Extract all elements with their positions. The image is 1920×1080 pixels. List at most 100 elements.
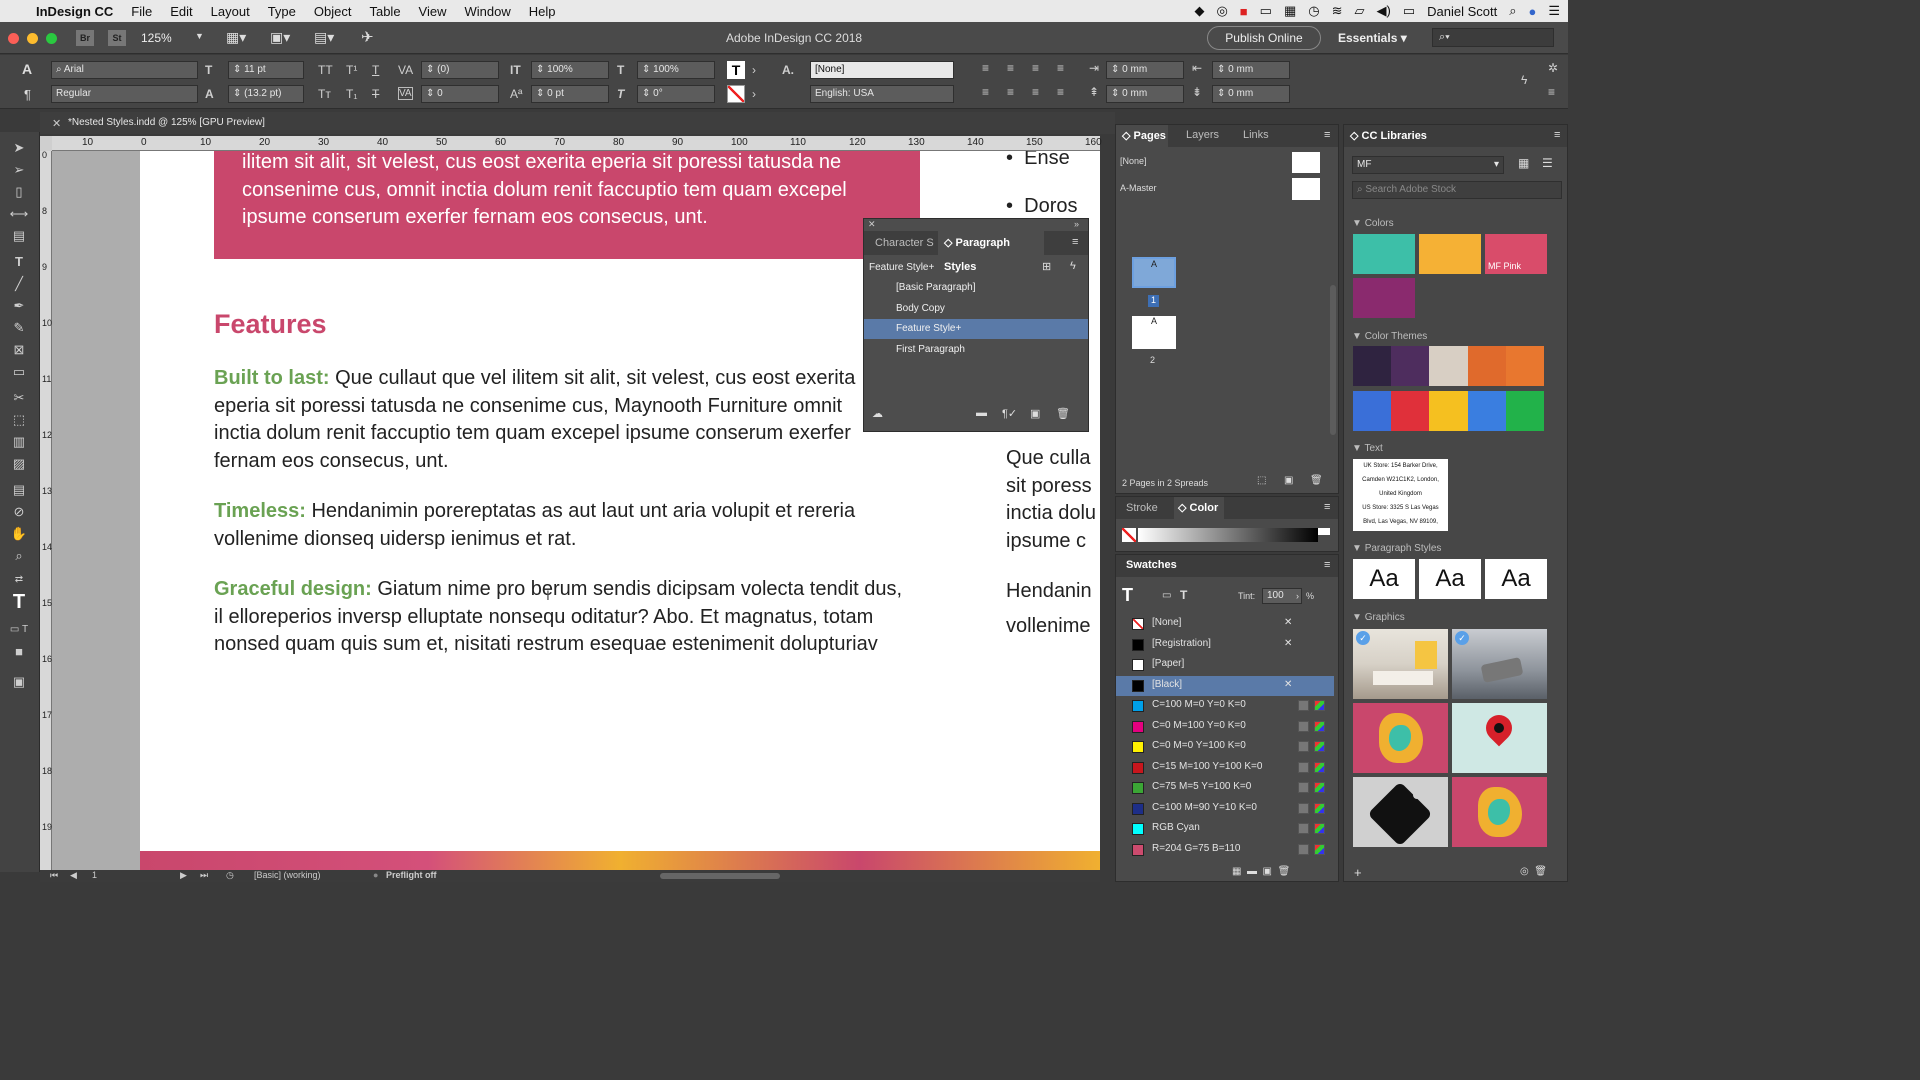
skew-field[interactable]: ⇕ 0° (637, 85, 715, 103)
paragraph-mode-icon[interactable]: ¶ (24, 87, 31, 102)
minimize-window-icon[interactable] (27, 33, 38, 44)
swatch-row[interactable]: C=100 M=90 Y=10 K=0 (1116, 799, 1334, 819)
swatch-row[interactable]: [None] ✕ (1116, 614, 1334, 634)
zoom-dropdown-icon[interactable]: ▼ (195, 31, 204, 41)
graphic-living-room-photo[interactable]: ✓ (1452, 629, 1547, 699)
new-style-icon[interactable]: ▣ (1030, 407, 1040, 420)
publish-icon[interactable]: ✈ (361, 28, 374, 46)
control-menu-icon[interactable]: ≡ (1548, 85, 1555, 99)
color-theme-1[interactable] (1353, 346, 1545, 386)
edit-page-size-icon[interactable]: ⬚ (1257, 475, 1266, 486)
expand-arrow-icon[interactable]: › (752, 63, 756, 77)
paragraph-built-to-last[interactable]: Built to last: Que cullaut que vel ilite… (214, 365, 874, 475)
subscript-icon[interactable]: T₁ (346, 87, 357, 101)
type-tool-icon[interactable]: T (9, 254, 29, 270)
wifi-icon[interactable]: ≋ (1332, 3, 1343, 19)
adobe-icon[interactable]: ■ (1240, 4, 1248, 19)
vertical-scale-field[interactable]: ⇕ 100% (531, 61, 609, 79)
help-search-input[interactable]: ⌕▾ (1432, 28, 1554, 47)
right-paragraph-1[interactable]: Que culla sit poress inctia dolu ipsume … (1006, 445, 1096, 555)
volume-icon[interactable]: ◀) (1376, 3, 1390, 19)
direct-selection-tool-icon[interactable]: ➢ (9, 162, 29, 178)
master-none[interactable]: [None] (1120, 156, 1147, 166)
justify-last-icon[interactable]: ≡ (1057, 85, 1064, 99)
align-center-icon[interactable]: ≡ (1007, 61, 1014, 75)
swatch-row[interactable]: RGB Cyan (1116, 819, 1334, 839)
libraries-title[interactable]: ◇ CC Libraries (1350, 129, 1427, 142)
library-select[interactable]: MF ▾ (1352, 156, 1504, 174)
swatch-row[interactable]: C=0 M=0 Y=100 K=0 (1116, 737, 1334, 757)
swatch-row[interactable]: [Paper] (1116, 655, 1334, 675)
gradient-feather-tool-icon[interactable]: ▨ (9, 456, 29, 472)
user-name[interactable]: Daniel Scott (1427, 4, 1497, 19)
master-a-thumb[interactable] (1292, 178, 1320, 200)
panel-collapse-icon[interactable]: » (1074, 219, 1079, 229)
last-page-icon[interactable]: ⏭ (200, 870, 208, 881)
swatch-container-icon[interactable]: ▭ (1162, 590, 1171, 601)
preflight-status[interactable]: Preflight off (386, 870, 437, 880)
selection-tool-icon[interactable]: ➤ (9, 140, 29, 156)
swatch-text-icon[interactable]: T (1180, 588, 1187, 602)
creative-cloud-icon[interactable]: ◎ (1216, 3, 1227, 19)
stroke-none-icon[interactable] (727, 85, 745, 103)
quick-apply-icon[interactable]: ϟ (1521, 73, 1527, 87)
right-bullet-1[interactable]: • Ense (1006, 151, 1070, 173)
grid-icon[interactable]: ▦ (1284, 3, 1296, 19)
screen-mode-icon[interactable]: ▣▾ (270, 29, 290, 46)
character-mode-icon[interactable]: A (22, 61, 32, 77)
note-tool-icon[interactable]: ▤ (9, 482, 29, 498)
swatches-footer-icons[interactable]: ▦ ▬ ▣ 🗑 (1232, 866, 1290, 877)
eyedropper-tool-icon[interactable]: ⊘ (9, 504, 29, 520)
swatch-row[interactable]: C=0 M=100 Y=0 K=0 (1116, 717, 1334, 737)
menu-table[interactable]: Table (360, 4, 409, 19)
swatch-row[interactable]: [Registration] ✕ (1116, 635, 1334, 655)
space-after-field[interactable]: ⇕ 0 mm (1212, 85, 1290, 103)
library-text-item[interactable]: UK Store: 154 Barker Drive, Camden W21C1… (1353, 459, 1448, 531)
graphic-map-artwork-2[interactable] (1452, 777, 1547, 847)
siri-icon[interactable]: ● (1528, 4, 1536, 19)
first-page-icon[interactable]: ⏮ (50, 870, 58, 881)
align-towards-spine-icon[interactable]: ≡ (1007, 85, 1014, 99)
page-1-thumb[interactable]: A (1132, 257, 1176, 288)
space-before-field[interactable]: ⇕ 0 mm (1106, 85, 1184, 103)
new-style-from-selection-icon[interactable]: ⊞ (1042, 260, 1051, 273)
graphic-tag-icon[interactable] (1353, 777, 1448, 847)
language-field[interactable]: English: USA (810, 85, 954, 103)
horizontal-scale-field[interactable]: ⇕ 100% (637, 61, 715, 79)
menu-app[interactable]: InDesign CC (27, 4, 122, 19)
dropbox-icon[interactable]: ◆ (1194, 3, 1204, 19)
new-page-icon[interactable]: ▣ (1284, 475, 1293, 486)
swatches-menu-icon[interactable]: ≡ (1324, 559, 1330, 571)
none-color-icon[interactable] (1122, 528, 1136, 542)
style-item[interactable]: [Basic Paragraph] (864, 278, 1088, 298)
page-2-thumb[interactable]: A (1132, 316, 1176, 349)
menu-help[interactable]: Help (520, 4, 565, 19)
spotlight-icon[interactable]: ⌕ (1509, 3, 1516, 19)
clear-overrides-icon[interactable]: ¶✓ (1002, 407, 1017, 420)
features-heading[interactable]: Features (214, 309, 327, 340)
horizontal-scrollbar[interactable] (660, 873, 780, 879)
superscript-icon[interactable]: T¹ (346, 63, 357, 77)
menu-object[interactable]: Object (305, 4, 361, 19)
library-para-style-2[interactable]: Aa (1419, 559, 1481, 599)
workspace-switcher[interactable]: Essentials ▾ (1338, 31, 1407, 45)
master-a[interactable]: A-Master (1120, 183, 1157, 193)
content-collector-icon[interactable]: ▤ (9, 228, 29, 244)
graphic-kitchen-photo[interactable]: ✓ (1353, 629, 1448, 699)
text-section-toggle[interactable]: ▼ Text (1352, 443, 1383, 454)
document-tab[interactable]: *Nested Styles.indd @ 125% [GPU Preview] (68, 117, 265, 128)
apply-color-icon[interactable]: ■ (9, 644, 29, 660)
paragraph-graceful-design[interactable]: Graceful design: Giatum nime pro berum s… (214, 576, 904, 659)
arrange-documents-icon[interactable]: ▤▾ (314, 29, 334, 46)
delete-page-icon[interactable]: 🗑 (1310, 475, 1323, 486)
align-left-icon[interactable]: ≡ (982, 61, 989, 75)
character-style-field[interactable]: [None] (810, 61, 954, 79)
zoom-tool-icon[interactable]: ⌕ (9, 548, 29, 564)
fill-stroke-icon[interactable]: T (9, 592, 29, 616)
pages-menu-icon[interactable]: ≡ (1324, 129, 1330, 141)
hand-tool-icon[interactable]: ✋ (9, 526, 29, 542)
zoom-window-icon[interactable] (46, 33, 57, 44)
publish-online-button[interactable]: Publish Online (1207, 26, 1321, 50)
ruler-origin[interactable] (40, 136, 52, 151)
close-window-icon[interactable] (8, 33, 19, 44)
